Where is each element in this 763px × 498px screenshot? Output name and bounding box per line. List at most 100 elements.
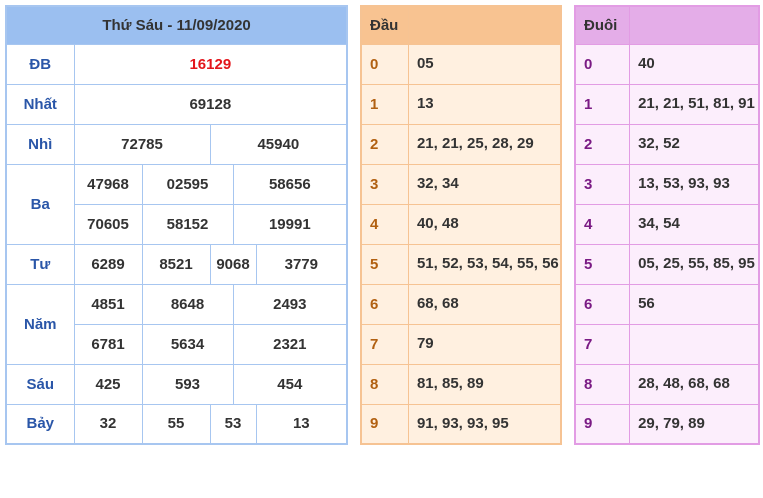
head-digit-key: 8	[360, 363, 409, 405]
head-digit-header: Đầu	[360, 5, 409, 45]
head-digit-key: 7	[360, 323, 409, 365]
tail-digit-values: 29, 79, 89	[629, 403, 760, 445]
draw-date-title: Thứ Sáu - 11/09/2020	[5, 5, 348, 45]
special-prize-value: 16129	[73, 43, 348, 85]
head-digit-values: 81, 85, 89	[407, 363, 562, 405]
prize-label-nam: Năm	[5, 283, 75, 365]
prize-row-bay: Bảy 32 55 53 13	[5, 403, 348, 445]
second-prize-value: 45940	[209, 123, 348, 165]
head-digit-values: 79	[407, 323, 562, 365]
tail-digit-key: 2	[574, 123, 631, 165]
tail-digit-key: 4	[574, 203, 631, 245]
head-digit-row: 4 40, 48	[360, 203, 562, 245]
tail-digit-row: 6 56	[574, 283, 760, 325]
tail-digit-header-row: Đuôi	[574, 5, 760, 45]
sixth-prize-value: 593	[141, 363, 234, 405]
head-digit-header-blank	[407, 5, 562, 45]
head-digit-header-row: Đầu	[360, 5, 562, 45]
fifth-prize-value: 4851	[73, 283, 143, 325]
third-prize-value: 58656	[232, 163, 348, 205]
prize-label-nhi: Nhì	[5, 123, 75, 165]
head-digit-row: 5 51, 52, 53, 54, 55, 56	[360, 243, 562, 285]
head-digit-key: 5	[360, 243, 409, 285]
prize-label-nhat: Nhất	[5, 83, 75, 125]
tail-digit-row: 7	[574, 323, 760, 365]
head-digit-values: 32, 34	[407, 163, 562, 205]
head-digit-row: 3 32, 34	[360, 163, 562, 205]
tail-digit-row: 5 05, 25, 55, 85, 95	[574, 243, 760, 285]
third-prize-value: 47968	[73, 163, 143, 205]
prize-row-db: ĐB 16129	[5, 43, 348, 85]
fourth-prize-value: 3779	[255, 243, 348, 285]
head-digit-values: 40, 48	[407, 203, 562, 245]
tail-digit-key: 0	[574, 43, 631, 85]
head-digit-key: 9	[360, 403, 409, 445]
second-prize-value: 72785	[73, 123, 211, 165]
head-digit-key: 4	[360, 203, 409, 245]
tail-digit-values: 13, 53, 93, 93	[629, 163, 760, 205]
head-digit-row: 8 81, 85, 89	[360, 363, 562, 405]
tail-digit-row: 2 32, 52	[574, 123, 760, 165]
head-digit-values: 91, 93, 93, 95	[407, 403, 562, 445]
prize-label-db: ĐB	[5, 43, 75, 85]
tail-digit-key: 3	[574, 163, 631, 205]
sixth-prize-value: 454	[232, 363, 348, 405]
fifth-prize-value: 2321	[232, 323, 348, 365]
tail-digit-values: 28, 48, 68, 68	[629, 363, 760, 405]
head-digit-table: Đầu 0 05 1 13 2 21, 21, 25, 28, 29 3 32, 34 …	[360, 5, 562, 445]
prize-row-ba-1: Ba 47968 02595 58656	[5, 163, 348, 245]
results-header-row: Thứ Sáu - 11/09/2020	[5, 5, 348, 45]
prize-label-bay: Bảy	[5, 403, 75, 445]
prize-row-sau: Sáu 425 593 454	[5, 363, 348, 405]
tail-digit-key: 9	[574, 403, 631, 445]
tail-digit-row: 0 40	[574, 43, 760, 85]
fifth-prize-value: 5634	[141, 323, 234, 365]
head-digit-row: 7 79	[360, 323, 562, 365]
head-digit-key: 6	[360, 283, 409, 325]
tail-digit-row: 1 21, 21, 51, 81, 91	[574, 83, 760, 125]
head-digit-values: 13	[407, 83, 562, 125]
third-prize-value: 58152	[141, 203, 234, 245]
prize-row-nhi: Nhì 72785 45940	[5, 123, 348, 165]
seventh-prize-value: 53	[209, 403, 257, 445]
seventh-prize-value: 13	[255, 403, 348, 445]
tail-digit-row: 8 28, 48, 68, 68	[574, 363, 760, 405]
tail-digit-header-blank	[629, 5, 760, 45]
head-digit-row: 1 13	[360, 83, 562, 125]
fifth-prize-value: 8648	[141, 283, 234, 325]
tail-digit-values	[629, 323, 760, 365]
tail-digit-table: Đuôi 0 40 1 21, 21, 51, 81, 91 2 32, 52 3 13…	[574, 5, 760, 445]
sixth-prize-value: 425	[73, 363, 143, 405]
prize-row-tu: Tư 6289 8521 9068 3779	[5, 243, 348, 285]
tail-digit-key: 8	[574, 363, 631, 405]
tail-digit-values: 40	[629, 43, 760, 85]
head-digit-values: 21, 21, 25, 28, 29	[407, 123, 562, 165]
head-digit-values: 51, 52, 53, 54, 55, 56	[407, 243, 562, 285]
tail-digit-key: 5	[574, 243, 631, 285]
tail-digit-values: 05, 25, 55, 85, 95	[629, 243, 760, 285]
head-digit-key: 0	[360, 43, 409, 85]
tail-digit-row: 4 34, 54	[574, 203, 760, 245]
seventh-prize-value: 55	[141, 403, 211, 445]
prize-row-nam-1: Năm 4851 8648 2493	[5, 283, 348, 365]
head-digit-row: 2 21, 21, 25, 28, 29	[360, 123, 562, 165]
head-digit-row: 9 91, 93, 93, 95	[360, 403, 562, 445]
prize-label-ba: Ba	[5, 163, 75, 245]
fourth-prize-value: 9068	[209, 243, 257, 285]
head-digit-values: 05	[407, 43, 562, 85]
fifth-prize-value: 6781	[73, 323, 143, 365]
tail-digit-key: 1	[574, 83, 631, 125]
third-prize-value: 19991	[232, 203, 348, 245]
results-table: Thứ Sáu - 11/09/2020 ĐB 16129 Nhất 69128…	[5, 5, 349, 445]
tail-digit-values: 21, 21, 51, 81, 91	[629, 83, 760, 125]
fifth-prize-value: 2493	[232, 283, 348, 325]
prize-label-tu: Tư	[5, 243, 75, 285]
seventh-prize-value: 32	[73, 403, 143, 445]
tail-digit-row: 9 29, 79, 89	[574, 403, 760, 445]
prize-label-sau: Sáu	[5, 363, 75, 405]
fourth-prize-value: 8521	[141, 243, 211, 285]
tail-digit-key: 6	[574, 283, 631, 325]
head-digit-key: 1	[360, 83, 409, 125]
tail-digit-header: Đuôi	[574, 5, 631, 45]
head-digit-key: 2	[360, 123, 409, 165]
